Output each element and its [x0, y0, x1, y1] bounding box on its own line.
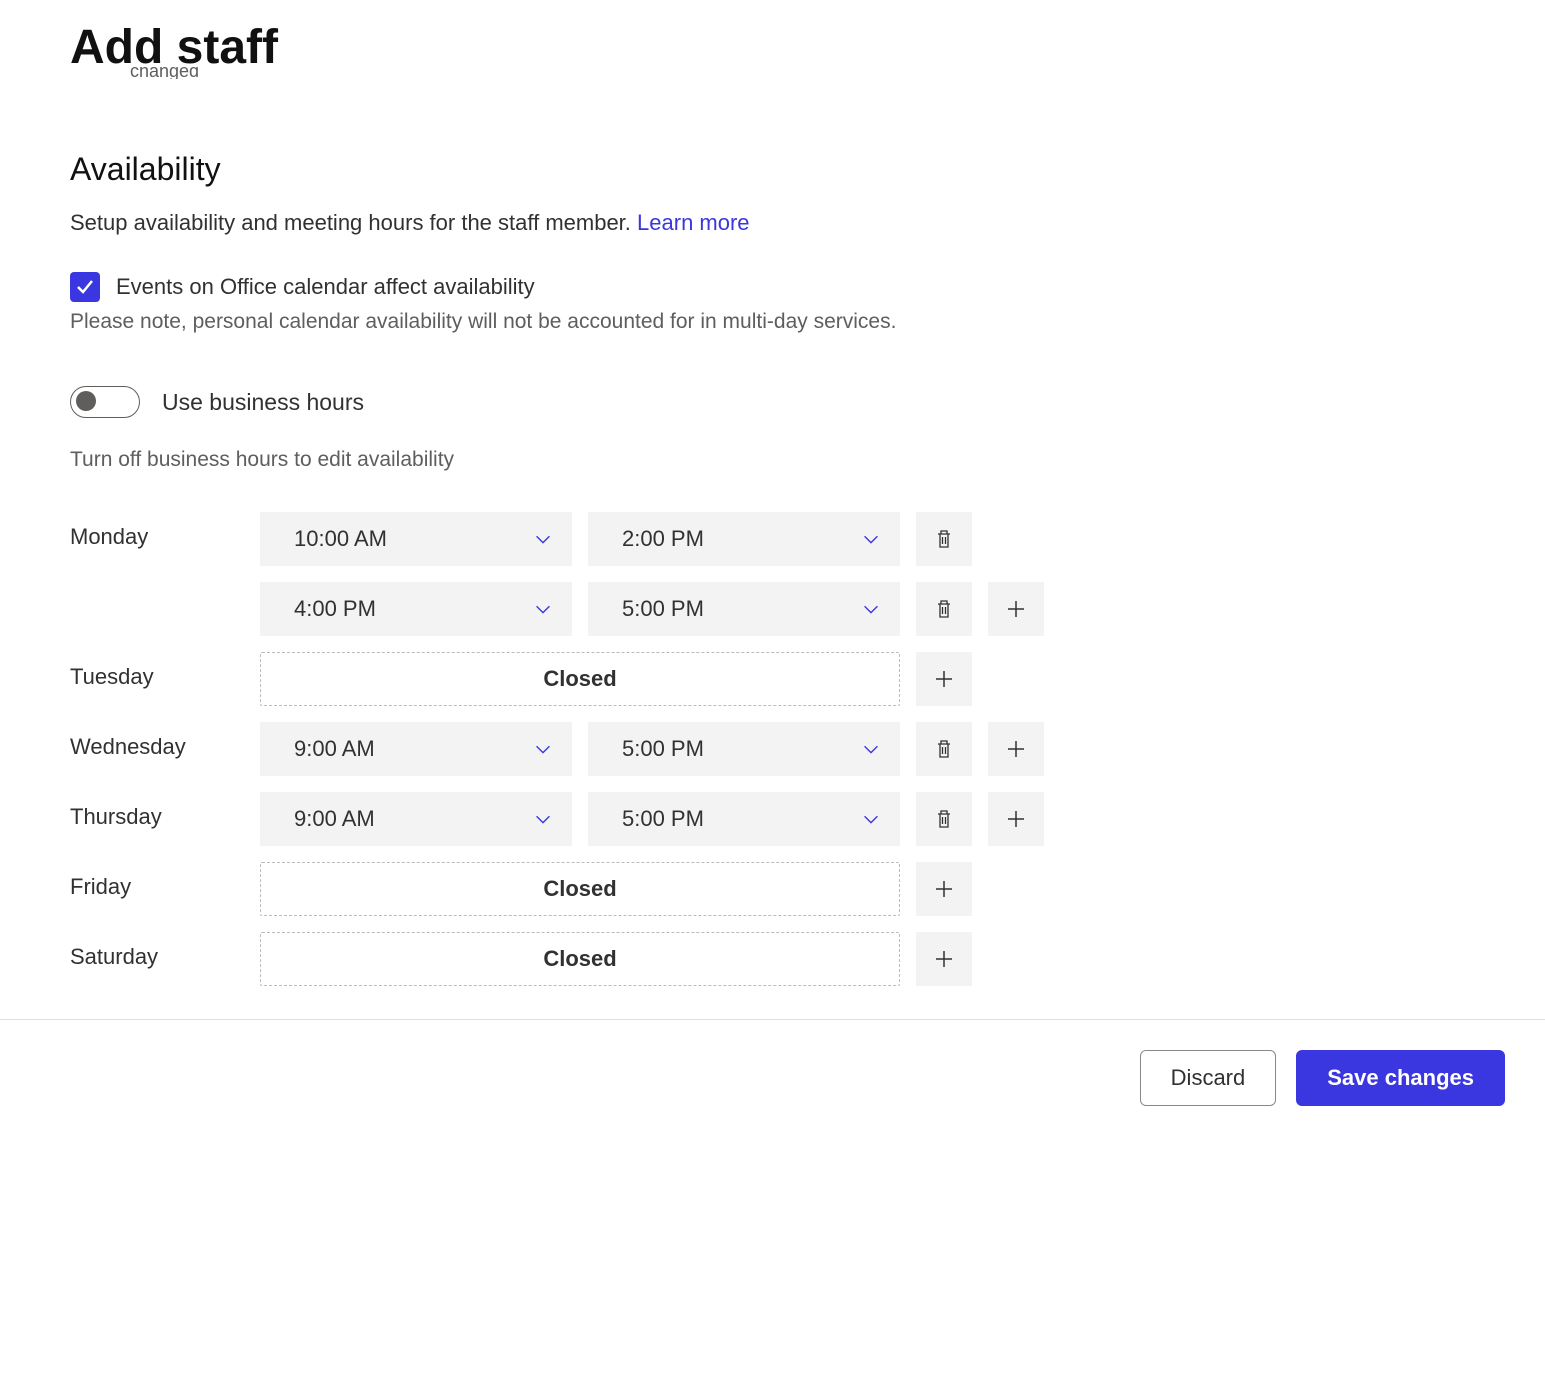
- chevron-down-icon: [532, 528, 554, 550]
- trash-icon: [932, 597, 956, 621]
- schedule-table: Monday 10:00 AM 2:00 PM 4:00 PM 5:00 PM Tuesd…: [70, 512, 1545, 999]
- events-affect-availability-checkbox[interactable]: [70, 272, 100, 302]
- day-row: Monday 10:00 AM 2:00 PM 4:00 PM 5:00 PM: [70, 512, 1545, 636]
- end-time-select[interactable]: 5:00 PM: [588, 792, 900, 846]
- day-slots: Closed: [260, 652, 972, 706]
- start-time-select[interactable]: 10:00 AM: [260, 512, 572, 566]
- chevron-down-icon: [860, 528, 882, 550]
- day-label: Tuesday: [70, 652, 260, 690]
- footer-bar: Discard Save changes: [0, 1019, 1545, 1136]
- day-row: Wednesday 9:00 AM 5:00 PM: [70, 722, 1545, 776]
- day-row: FridayClosed: [70, 862, 1545, 916]
- chevron-down-icon: [860, 598, 882, 620]
- closed-indicator: Closed: [260, 652, 900, 706]
- end-time-select[interactable]: 5:00 PM: [588, 582, 900, 636]
- closed-slot: Closed: [260, 932, 972, 986]
- plus-icon: [1004, 597, 1028, 621]
- start-time-value: 4:00 PM: [294, 596, 376, 622]
- day-slots: 9:00 AM 5:00 PM: [260, 722, 1044, 776]
- save-changes-button[interactable]: Save changes: [1296, 1050, 1505, 1106]
- day-label: Monday: [70, 512, 260, 550]
- end-time-value: 5:00 PM: [622, 806, 704, 832]
- end-time-value: 5:00 PM: [622, 596, 704, 622]
- chevron-down-icon: [532, 738, 554, 760]
- business-hours-hint: Turn off business hours to edit availabi…: [70, 448, 1545, 472]
- start-time-value: 9:00 AM: [294, 736, 375, 762]
- closed-slot: Closed: [260, 862, 972, 916]
- chevron-down-icon: [532, 808, 554, 830]
- plus-icon: [1004, 807, 1028, 831]
- delete-slot-button[interactable]: [916, 582, 972, 636]
- time-slot: 9:00 AM 5:00 PM: [260, 792, 1044, 846]
- trash-icon: [932, 737, 956, 761]
- day-slots: 10:00 AM 2:00 PM 4:00 PM 5:00 PM: [260, 512, 1044, 636]
- day-label: Thursday: [70, 792, 260, 830]
- calendar-note: Please note, personal calendar availabil…: [70, 310, 1545, 334]
- plus-icon: [932, 667, 956, 691]
- end-time-value: 5:00 PM: [622, 736, 704, 762]
- add-slot-button[interactable]: [988, 582, 1044, 636]
- add-slot-button[interactable]: [916, 932, 972, 986]
- end-time-select[interactable]: 5:00 PM: [588, 722, 900, 776]
- start-time-value: 9:00 AM: [294, 806, 375, 832]
- delete-slot-button[interactable]: [916, 722, 972, 776]
- events-checkbox-label: Events on Office calendar affect availab…: [116, 274, 535, 300]
- day-slots: 9:00 AM 5:00 PM: [260, 792, 1044, 846]
- availability-description-text: Setup availability and meeting hours for…: [70, 210, 631, 235]
- closed-slot: Closed: [260, 652, 972, 706]
- end-time-select[interactable]: 2:00 PM: [588, 512, 900, 566]
- day-row: Thursday 9:00 AM 5:00 PM: [70, 792, 1545, 846]
- day-slots: Closed: [260, 862, 972, 916]
- plus-icon: [932, 877, 956, 901]
- start-time-value: 10:00 AM: [294, 526, 387, 552]
- delete-slot-button[interactable]: [916, 792, 972, 846]
- plus-icon: [932, 947, 956, 971]
- day-label: Saturday: [70, 932, 260, 970]
- availability-description: Setup availability and meeting hours for…: [70, 210, 1545, 236]
- start-time-select[interactable]: 9:00 AM: [260, 792, 572, 846]
- time-slot: 10:00 AM 2:00 PM: [260, 512, 1044, 566]
- add-slot-button[interactable]: [988, 792, 1044, 846]
- chevron-down-icon: [532, 598, 554, 620]
- discard-button[interactable]: Discard: [1140, 1050, 1277, 1106]
- closed-indicator: Closed: [260, 862, 900, 916]
- add-slot-button[interactable]: [988, 722, 1044, 776]
- toggle-knob: [76, 391, 96, 411]
- time-slot: 9:00 AM 5:00 PM: [260, 722, 1044, 776]
- add-slot-button[interactable]: [916, 652, 972, 706]
- time-slot: 4:00 PM 5:00 PM: [260, 582, 1044, 636]
- clipped-text-above: changed: [130, 67, 1545, 79]
- day-label: Friday: [70, 862, 260, 900]
- plus-icon: [1004, 737, 1028, 761]
- use-business-hours-toggle[interactable]: [70, 386, 140, 418]
- trash-icon: [932, 527, 956, 551]
- check-icon: [75, 277, 95, 297]
- day-label: Wednesday: [70, 722, 260, 760]
- closed-indicator: Closed: [260, 932, 900, 986]
- start-time-select[interactable]: 4:00 PM: [260, 582, 572, 636]
- chevron-down-icon: [860, 808, 882, 830]
- use-business-hours-label: Use business hours: [162, 389, 364, 416]
- delete-slot-button[interactable]: [916, 512, 972, 566]
- day-row: SaturdayClosed: [70, 932, 1545, 986]
- availability-heading: Availability: [70, 151, 1545, 188]
- chevron-down-icon: [860, 738, 882, 760]
- start-time-select[interactable]: 9:00 AM: [260, 722, 572, 776]
- add-slot-button[interactable]: [916, 862, 972, 916]
- day-slots: Closed: [260, 932, 972, 986]
- learn-more-link[interactable]: Learn more: [637, 210, 750, 235]
- trash-icon: [932, 807, 956, 831]
- end-time-value: 2:00 PM: [622, 526, 704, 552]
- day-row: TuesdayClosed: [70, 652, 1545, 706]
